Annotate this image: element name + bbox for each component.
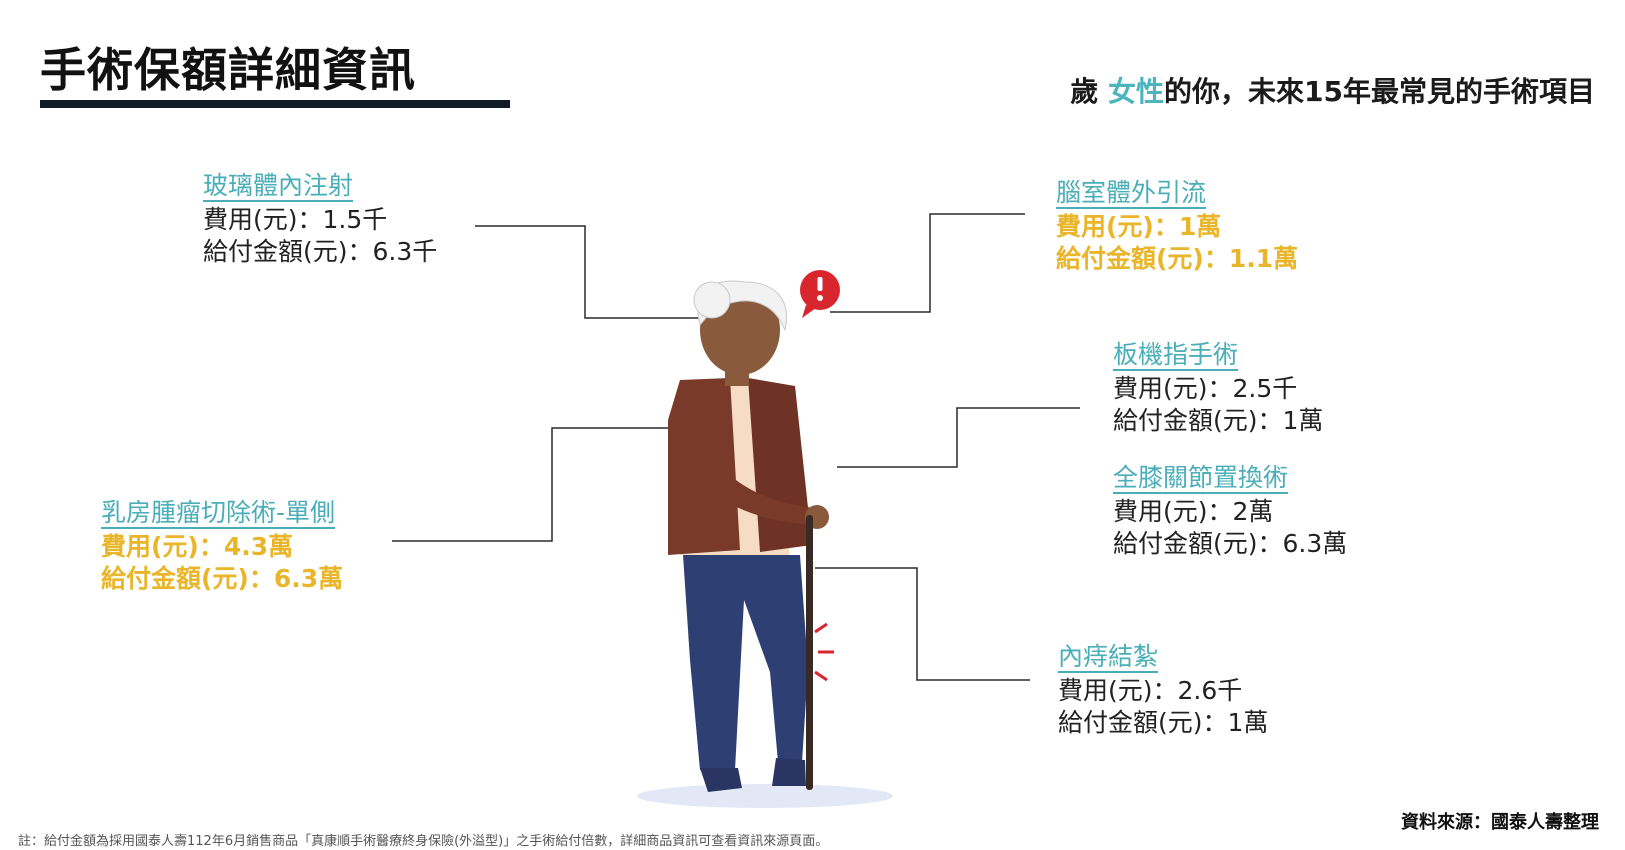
procedure-vitreous-injection: 玻璃體內注射 費用(元)：1.5千 給付金額(元)：6.3千 bbox=[203, 170, 437, 268]
cane bbox=[806, 515, 813, 790]
data-source: 資料來源：國泰人壽整理 bbox=[1401, 812, 1599, 833]
procedure-cost: 費用(元)：2.5千 bbox=[1113, 374, 1298, 403]
connector-ventricular bbox=[830, 213, 1025, 313]
trousers bbox=[683, 555, 808, 770]
illustration bbox=[392, 213, 1080, 808]
procedure-name: 腦室體外引流 bbox=[1056, 178, 1207, 209]
procedure-cost: 費用(元)：4.3萬 bbox=[101, 532, 294, 561]
ground-shadow bbox=[637, 784, 893, 808]
right-shoe bbox=[772, 758, 806, 786]
procedure-cost: 費用(元)：2.6千 bbox=[1058, 676, 1243, 705]
procedure-payout: 給付金額(元)：6.3萬 bbox=[1113, 529, 1348, 558]
procedure-payout: 給付金額(元)：6.3萬 bbox=[101, 564, 344, 593]
procedure-trigger-finger: 板機指手術 費用(元)：2.5千 給付金額(元)：1萬 bbox=[1113, 339, 1323, 437]
procedure-payout: 給付金額(元)：1.1萬 bbox=[1056, 244, 1299, 273]
procedure-name: 板機指手術 bbox=[1113, 340, 1239, 371]
pain-marks bbox=[814, 622, 834, 682]
procedure-hemorrhoid-ligation: 內痔結紮 費用(元)：2.6千 給付金額(元)：1萬 bbox=[1058, 641, 1268, 739]
connector-hemorrhoid bbox=[815, 567, 1030, 681]
procedure-name: 全膝關節置換術 bbox=[1113, 463, 1289, 494]
procedure-name: 玻璃體內注射 bbox=[203, 171, 354, 202]
connector-vitreous bbox=[475, 225, 700, 319]
procedure-breast-tumor-excision: 乳房腫瘤切除術-單側 費用(元)：4.3萬 給付金額(元)：6.3萬 bbox=[101, 497, 343, 595]
procedure-cost: 費用(元)：2萬 bbox=[1113, 497, 1274, 526]
procedure-payout: 給付金額(元)：1萬 bbox=[1058, 708, 1269, 737]
connector-trigger-finger bbox=[837, 407, 1080, 468]
procedure-name: 內痔結紮 bbox=[1058, 642, 1159, 673]
procedure-payout: 給付金額(元)：6.3千 bbox=[203, 237, 438, 266]
connector-breast bbox=[392, 427, 682, 542]
hair-bun bbox=[693, 281, 731, 319]
footnote: 註：給付金額為採用國泰人壽112年6月銷售商品「真康順手術醫療終身保險(外溢型)… bbox=[18, 834, 829, 849]
procedure-knee-replacement: 全膝關節置換術 費用(元)：2萬 給付金額(元)：6.3萬 bbox=[1113, 462, 1347, 560]
exclamation-bubble-icon bbox=[800, 270, 840, 318]
procedure-name: 乳房腫瘤切除術-單側 bbox=[101, 498, 336, 529]
procedure-payout: 給付金額(元)：1萬 bbox=[1113, 406, 1324, 435]
procedure-ventricular-drainage: 腦室體外引流 費用(元)：1萬 給付金額(元)：1.1萬 bbox=[1056, 177, 1298, 275]
procedure-cost: 費用(元)：1萬 bbox=[1056, 212, 1222, 241]
elderly-woman-figure bbox=[668, 280, 834, 792]
procedure-cost: 費用(元)：1.5千 bbox=[203, 205, 388, 234]
